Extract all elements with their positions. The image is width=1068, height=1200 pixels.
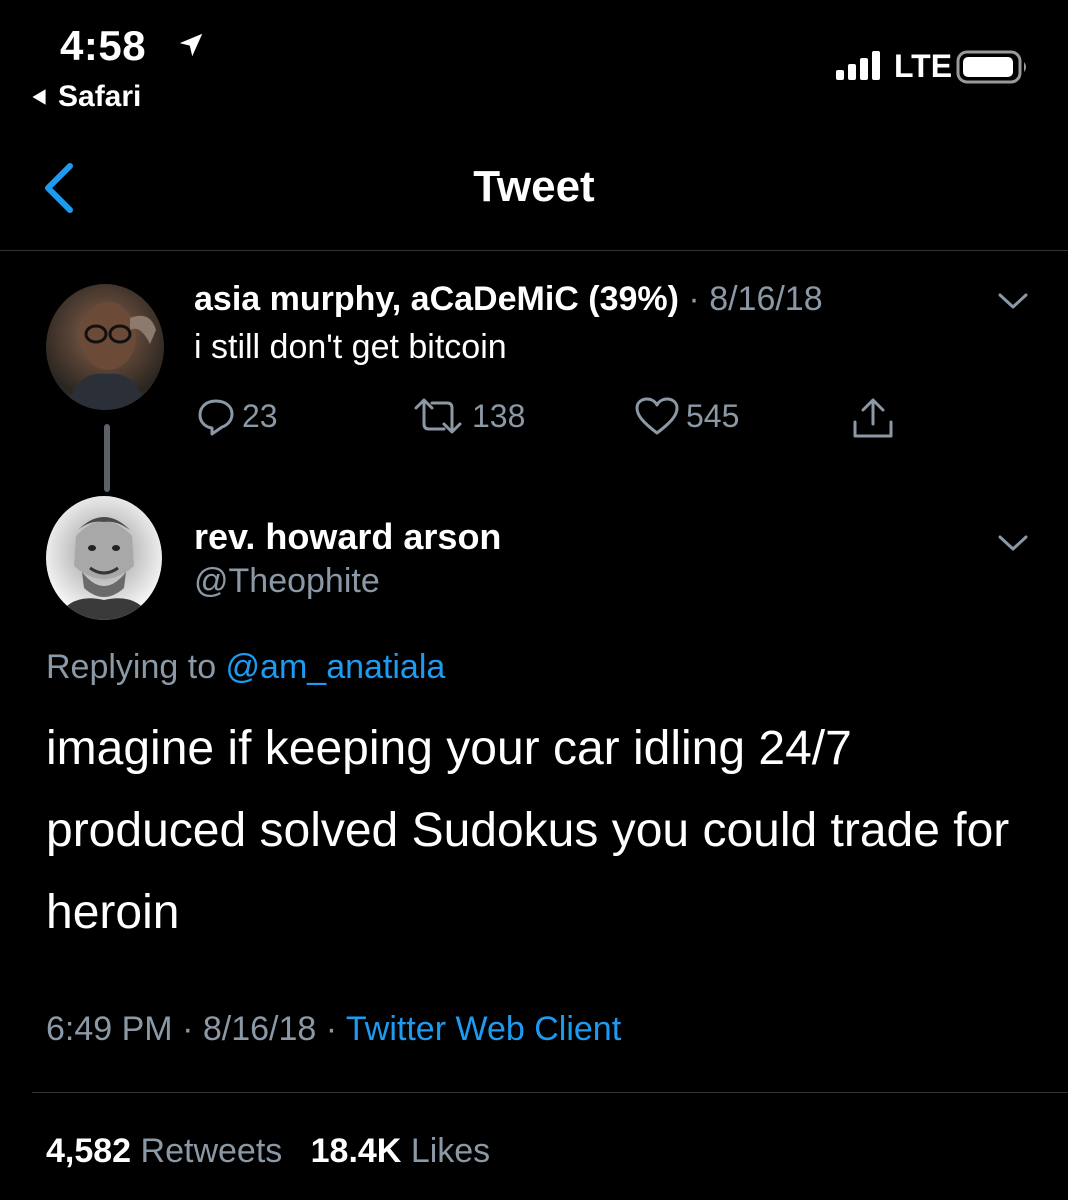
back-to-safari-link[interactable]: Safari [28,80,141,114]
retweets-label: Retweets [140,1132,283,1170]
chevron-down-icon[interactable] [996,290,1030,312]
likes-total: 18.4K [310,1132,402,1170]
avatar-photo [56,517,152,620]
status-time: 4:58 [60,22,147,69]
avatar-main-author[interactable] [46,496,162,620]
chevron-down-icon[interactable] [996,532,1030,554]
page-title: Tweet [473,162,595,211]
location-arrow-icon [179,33,203,57]
back-app-label: Safari [58,80,142,113]
parent-author-name[interactable]: asia murphy, aCaDeMiC (39%) [194,280,679,318]
signal-bars-icon [836,51,880,80]
nav-divider [0,250,1068,251]
parent-tweet-text: i still don't get bitcoin [194,328,507,366]
replying-to-line: Replying to @am_anatiala [46,648,445,687]
main-tweet-text: imagine if keeping your car idling 24/7 … [46,722,1010,939]
battery-icon [956,50,1026,84]
replying-to-mention-link[interactable]: @am_anatiala [226,648,446,686]
retweet-button[interactable]: 138 [410,396,525,436]
avatar-photo [66,302,156,410]
parent-tweet-header: asia murphy, aCaDeMiC (39%) · 8/16/18 [194,280,823,319]
reply-count: 23 [242,397,278,434]
meta-separator: · [172,1010,203,1048]
engagement-stats: 4,582 Retweets 18.4K Likes [46,1132,490,1171]
client-link[interactable]: Twitter Web Client [346,1010,621,1048]
meta-separator: · [316,1010,346,1048]
tweet-date: 8/16/18 [202,1010,317,1048]
retweets-stat[interactable]: 4,582 Retweets [46,1132,282,1170]
reply-icon [198,399,234,436]
like-count: 545 [686,397,740,434]
main-author-handle[interactable]: @Theophite [194,562,380,601]
parent-tweet-date: 8/16/18 [709,280,823,318]
meta-divider [32,1092,1068,1093]
reply-button[interactable]: 23 [196,396,278,436]
retweets-total: 4,582 [46,1132,132,1170]
avatar-parent-author[interactable] [46,284,164,410]
network-type: LTE [894,48,953,84]
tweet-metadata: 6:49 PM · 8/16/18 · Twitter Web Client [46,1010,621,1049]
main-author-name[interactable]: rev. howard arson [194,516,501,558]
retweet-icon [414,398,462,434]
header-separator: · [678,280,710,318]
share-icon[interactable] [850,396,896,442]
retweet-count: 138 [472,397,526,434]
likes-label: Likes [410,1132,491,1170]
replying-to-label: Replying to [46,648,226,686]
heart-icon [635,397,679,435]
likes-stat[interactable]: 18.4K Likes [311,1132,491,1170]
back-triangle-icon [32,89,46,105]
like-button[interactable]: 545 [634,396,739,436]
thread-connector-line [104,424,110,492]
tweet-time: 6:49 PM [46,1010,173,1048]
